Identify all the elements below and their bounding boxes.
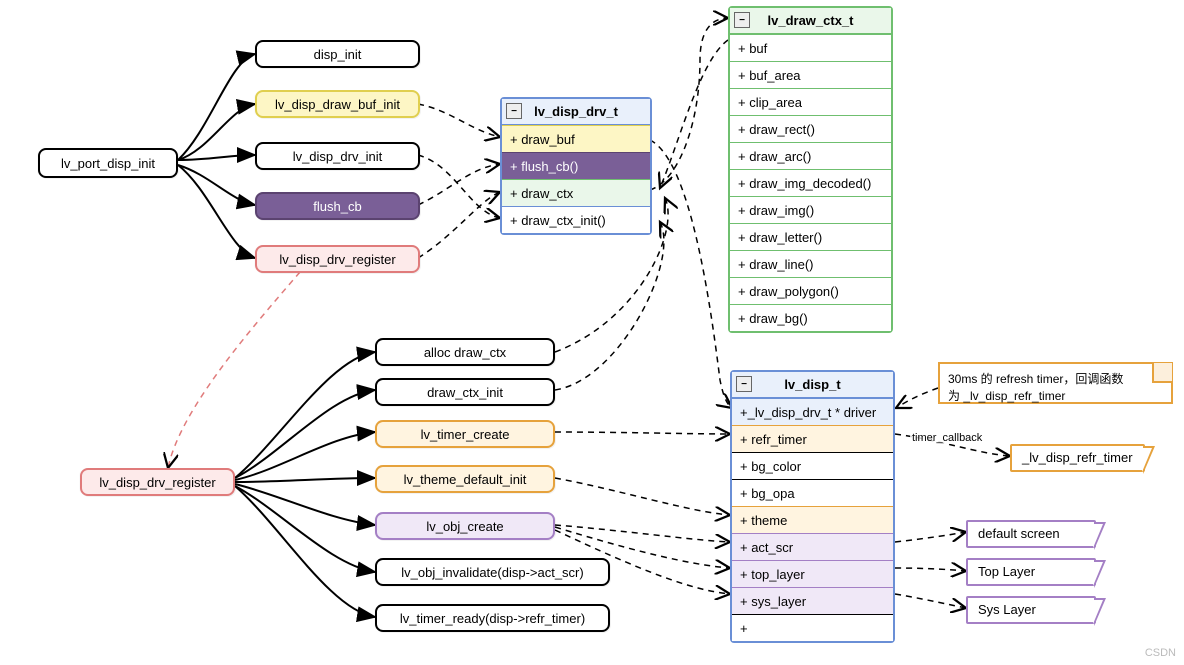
class-row: + draw_letter()	[730, 223, 891, 250]
collapse-icon: −	[734, 12, 750, 28]
class-row: + clip_area	[730, 88, 891, 115]
node-lv-disp-drv-init: lv_disp_drv_init	[255, 142, 420, 170]
node-lv-disp-drv-register-lower: lv_disp_drv_register	[80, 468, 235, 496]
edge-label-timer-callback: timer_callback	[910, 432, 984, 444]
node-label: lv_disp_draw_buf_init	[275, 97, 400, 112]
class-row: + draw_arc()	[730, 142, 891, 169]
tag-arrow-inner-icon	[1093, 600, 1103, 624]
tag-label: Top Layer	[978, 564, 1035, 579]
class-row: + refr_timer	[732, 425, 893, 452]
class-row: + draw_img_decoded()	[730, 169, 891, 196]
node-lv-timer-create: lv_timer_create	[375, 420, 555, 448]
node-label: lv_disp_drv_init	[293, 149, 383, 164]
node-lv-disp-draw-buf-init: lv_disp_draw_buf_init	[255, 90, 420, 118]
node-label: flush_cb	[313, 199, 361, 214]
collapse-icon: −	[736, 376, 752, 392]
class-title-label: lv_disp_t	[784, 377, 840, 392]
class-row: + draw_bg()	[730, 304, 891, 331]
class-title-label: lv_draw_ctx_t	[768, 13, 854, 28]
class-row: + draw_buf	[502, 125, 650, 152]
tag-default-screen: default screen	[966, 520, 1096, 548]
tag-arrow-inner-icon	[1093, 562, 1103, 586]
node-label: alloc draw_ctx	[424, 345, 506, 360]
class-row: +	[732, 614, 893, 641]
note-line: 为 _lv_disp_refr_timer	[948, 387, 1163, 404]
watermark: CSDN	[1145, 647, 1176, 659]
node-label: disp_init	[314, 47, 362, 62]
class-row: + draw_rect()	[730, 115, 891, 142]
class-lv-draw-ctx-t: − lv_draw_ctx_t + buf+ buf_area+ clip_ar…	[728, 6, 893, 333]
node-lv-disp-drv-register: lv_disp_drv_register	[255, 245, 420, 273]
node-label: lv_disp_drv_register	[99, 475, 215, 490]
class-row: + draw_ctx_init()	[502, 206, 650, 233]
collapse-icon: −	[506, 103, 522, 119]
tag-top-layer: Top Layer	[966, 558, 1096, 586]
tag-lv-disp-refr-timer: _lv_disp_refr_timer	[1010, 444, 1145, 472]
class-row: + top_layer	[732, 560, 893, 587]
class-row: + bg_color	[732, 452, 893, 479]
node-label: lv_theme_default_init	[404, 472, 527, 487]
class-row: + draw_line()	[730, 250, 891, 277]
class-row: +_lv_disp_drv_t * driver	[732, 398, 893, 425]
tag-label: _lv_disp_refr_timer	[1022, 450, 1133, 465]
class-row: + draw_polygon()	[730, 277, 891, 304]
note-line: 30ms 的 refresh timer，回调函数	[948, 370, 1163, 387]
class-row: + theme	[732, 506, 893, 533]
node-flush-cb: flush_cb	[255, 192, 420, 220]
class-row: + bg_opa	[732, 479, 893, 506]
node-lv-obj-create: lv_obj_create	[375, 512, 555, 540]
node-lv-port-disp-init: lv_port_disp_init	[38, 148, 178, 178]
tag-label: default screen	[978, 526, 1060, 541]
class-row: + buf	[730, 34, 891, 61]
node-lv-obj-invalidate-disp-act-scr-: lv_obj_invalidate(disp->act_scr)	[375, 558, 610, 586]
node-label: draw_ctx_init	[427, 385, 503, 400]
note-fold-icon	[1152, 363, 1172, 383]
class-lv-disp-t: − lv_disp_t +_lv_disp_drv_t * driver+ re…	[730, 370, 895, 643]
class-row: + draw_ctx	[502, 179, 650, 206]
node-label: lv_obj_create	[426, 519, 503, 534]
node-label: lv_obj_invalidate(disp->act_scr)	[401, 565, 583, 580]
note-refresh-timer: 30ms 的 refresh timer，回调函数 为 _lv_disp_ref…	[938, 362, 1173, 404]
class-row: + draw_img()	[730, 196, 891, 223]
node-label: lv_timer_create	[421, 427, 510, 442]
class-row: + act_scr	[732, 533, 893, 560]
class-lv-disp-drv-t: − lv_disp_drv_t + draw_buf+ flush_cb()+ …	[500, 97, 652, 235]
node-disp-init: disp_init	[255, 40, 420, 68]
node-draw-ctx-init: draw_ctx_init	[375, 378, 555, 406]
node-label: lv_timer_ready(disp->refr_timer)	[400, 611, 585, 626]
class-row: + flush_cb()	[502, 152, 650, 179]
class-row: + buf_area	[730, 61, 891, 88]
node-label: lv_port_disp_init	[61, 156, 155, 171]
tag-sys-layer: Sys Layer	[966, 596, 1096, 624]
node-label: lv_disp_drv_register	[279, 252, 395, 267]
class-title-label: lv_disp_drv_t	[534, 104, 618, 119]
tag-arrow-inner-icon	[1093, 524, 1103, 548]
node-lv-theme-default-init: lv_theme_default_init	[375, 465, 555, 493]
node-alloc-draw-ctx: alloc draw_ctx	[375, 338, 555, 366]
tag-label: Sys Layer	[978, 602, 1036, 617]
tag-arrow-inner-icon	[1142, 448, 1152, 472]
node-lv-timer-ready-disp-refr-timer-: lv_timer_ready(disp->refr_timer)	[375, 604, 610, 632]
class-row: + sys_layer	[732, 587, 893, 614]
